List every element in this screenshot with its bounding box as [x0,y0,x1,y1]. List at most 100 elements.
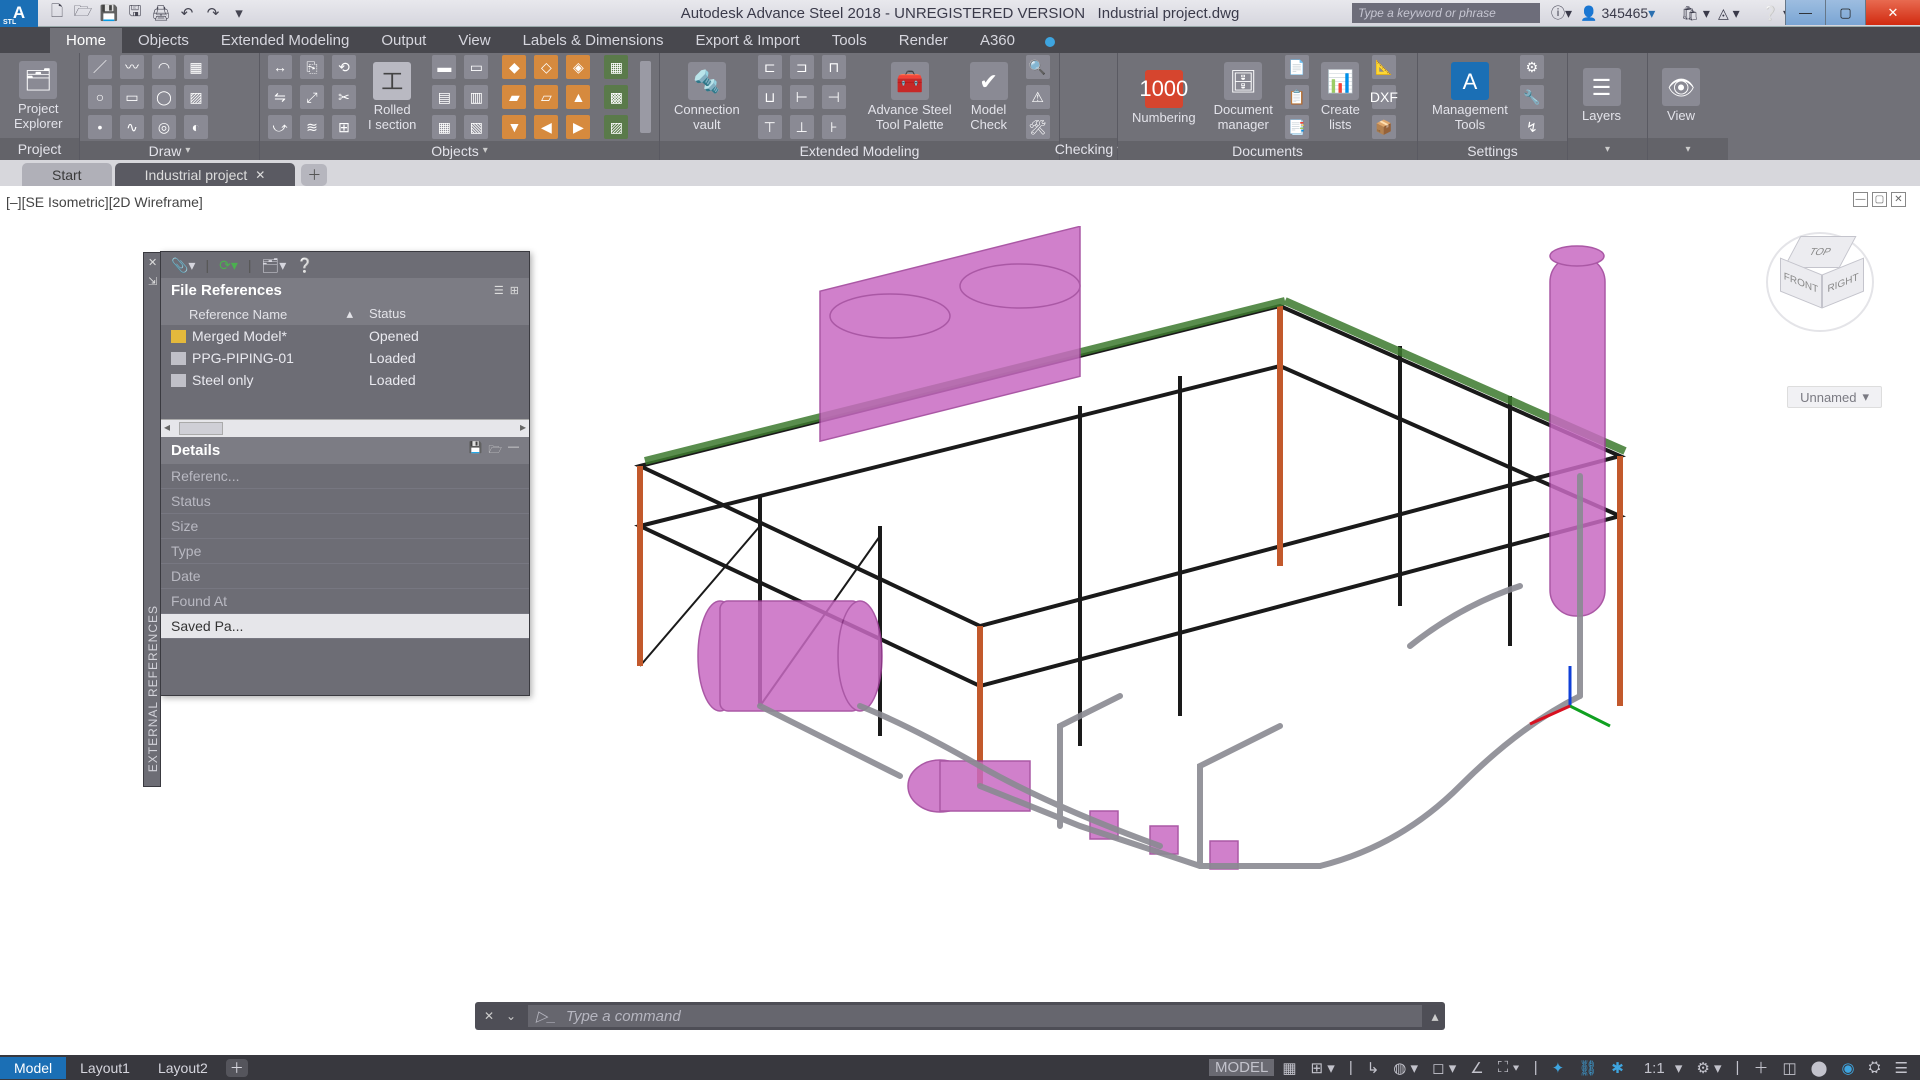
nav2-icon[interactable]: ⛓ [1572,1059,1603,1077]
cmd-expand-icon[interactable]: ▴ [1425,1008,1445,1025]
ref-row-steel-only[interactable]: Steel only Loaded [161,369,529,391]
circle-icon[interactable]: ○ [88,85,112,109]
plate9-icon[interactable]: ▶ [566,115,590,139]
joint8-icon[interactable]: ⊥ [790,115,814,139]
vp-minimize-icon[interactable]: — [1853,192,1868,207]
trim-icon[interactable]: ✂ [332,85,356,109]
otrack-icon[interactable]: ∠ [1464,1059,1489,1077]
joint1-icon[interactable]: ⊏ [758,55,782,79]
detail-reference[interactable]: Referenc... [161,464,529,489]
tab-render[interactable]: Render [883,28,964,53]
snap-toggle-icon[interactable]: ⊞ ▾ [1305,1059,1341,1077]
undo-icon[interactable]: ↶ [178,4,196,22]
plate6-icon[interactable]: ▲ [566,85,590,109]
status-tab-model[interactable]: Model [0,1057,66,1079]
clean-icon[interactable]: ◉ [1835,1059,1860,1077]
plate8-icon[interactable]: ◀ [534,115,558,139]
view-button[interactable]: 👁View [1656,66,1706,125]
close-tab-icon[interactable]: ✕ [255,168,265,182]
plate1-icon[interactable]: ◆ [502,55,526,79]
app-store-icon[interactable]: ◬ ▾ [1718,5,1740,22]
tab-extended-modeling[interactable]: Extended Modeling [205,28,365,53]
rect-icon[interactable]: ▭ [120,85,144,109]
set2-icon[interactable]: 🔧 [1520,85,1544,109]
doc2-icon[interactable]: 📋 [1285,85,1309,109]
palette-handle[interactable]: ✕ ⇲ EXTERNAL REFERENCES [143,252,161,787]
check1-icon[interactable]: 🔍 [1026,55,1050,79]
plate3-icon[interactable]: ◈ [566,55,590,79]
detail-savedpath[interactable]: Saved Pa... [161,614,529,639]
help2-icon[interactable]: ❔ [296,257,313,274]
palette-close-icon[interactable]: ✕ [148,256,157,269]
maximize-button[interactable]: ▢ [1825,0,1865,25]
ellipse-icon[interactable]: ◯ [152,85,176,109]
tab-export-import[interactable]: Export & Import [680,28,816,53]
scale-icon[interactable]: ⤢ [300,85,324,109]
management-tools-button[interactable]: AManagement Tools [1426,60,1514,134]
tree-icon[interactable]: 🗂▾ [262,257,287,274]
add-layout-button[interactable]: ＋ [226,1059,248,1077]
panel-layers-label[interactable] [1568,138,1647,160]
joint5-icon[interactable]: ⊢ [790,85,814,109]
status-tab-layout2[interactable]: Layout2 [144,1057,222,1079]
numbering-button[interactable]: 1000Numbering [1126,68,1202,127]
polyline-icon[interactable]: 〰 [120,55,144,79]
doc1-icon[interactable]: 📄 [1285,55,1309,79]
offset-icon[interactable]: ≋ [300,115,324,139]
add-scale-icon[interactable]: ＋ [1747,1057,1774,1078]
minimize-button[interactable]: — [1785,0,1825,25]
print-icon[interactable]: 🖨 [152,4,170,22]
move-icon[interactable]: ↔ [268,55,292,79]
palette-pin-icon[interactable]: ⇲ [148,275,157,288]
arc-icon[interactable]: ◠ [152,55,176,79]
attach-icon[interactable]: 📎▾ [171,257,195,274]
view-cube[interactable]: TOP FRONT RIGHT [1760,226,1880,346]
layers-button[interactable]: ☰Layers [1576,66,1627,125]
detail-save-icon[interactable]: 💾 [469,441,483,460]
panel-draw-label[interactable]: Draw [80,141,259,160]
array-icon[interactable]: ⊞ [332,115,356,139]
beam2-icon[interactable]: ▭ [464,55,488,79]
list2-icon[interactable]: DXF [1372,85,1396,109]
grid-icon[interactable]: ▦ [184,55,208,79]
tab-output[interactable]: Output [365,28,442,53]
drawing-area[interactable]: [–][SE Isometric][2D Wireframe] — ▢ ✕ [0,186,1920,1055]
app-logo[interactable]: A [0,0,38,27]
rolled-isection-button[interactable]: 工Rolled I section [362,60,422,134]
spline-icon[interactable]: ∿ [120,115,144,139]
list3-icon[interactable]: 📦 [1372,115,1396,139]
beam6-icon[interactable]: ▧ [464,115,488,139]
customize-icon[interactable]: ⛭ [1863,1059,1887,1076]
nav3-icon[interactable]: ✱ [1605,1059,1630,1077]
tab-a360[interactable]: A360 [964,28,1031,53]
ref-row-ppg-piping[interactable]: PPG-PIPING-01 Loaded [161,347,529,369]
detail-foundat[interactable]: Found At [161,589,529,614]
detail-type[interactable]: Type [161,539,529,564]
plate4-icon[interactable]: ▰ [502,85,526,109]
panel-view-label[interactable] [1648,138,1728,160]
detail-status[interactable]: Status [161,489,529,514]
tab-view[interactable]: View [442,28,506,53]
joint7-icon[interactable]: ⊤ [758,115,782,139]
signin-icon[interactable]: 👤 345465 ▾ [1580,5,1655,22]
plate7-icon[interactable]: ▼ [502,115,526,139]
model-view[interactable] [560,226,1660,926]
beam4-icon[interactable]: ▥ [464,85,488,109]
joint4-icon[interactable]: ⊔ [758,85,782,109]
visual-style-dropdown[interactable]: Unnamed ▾ [1787,386,1882,408]
tab-objects[interactable]: Objects [122,28,205,53]
new-icon[interactable]: 🗋 [48,4,66,22]
joint9-icon[interactable]: ⊦ [822,115,846,139]
polar-icon[interactable]: ◍ ▾ [1387,1059,1424,1077]
grid-toggle-icon[interactable]: ▦ [1276,1059,1302,1077]
list-view-icon[interactable]: ☰ [494,284,504,297]
sort-icon[interactable]: ▴ [346,306,353,322]
nav1-icon[interactable]: ✦ [1546,1059,1571,1077]
line-icon[interactable]: ／ [88,55,112,79]
ring-icon[interactable]: ◎ [152,115,176,139]
saveas-icon[interactable]: 🖫 [126,4,144,22]
scale-dropdown[interactable]: 1:1 ▾ [1632,1059,1689,1077]
create-lists-button[interactable]: 📊Create lists [1315,60,1366,134]
region-icon[interactable]: ◐ [184,115,208,139]
extend-icon[interactable]: ⤻ [268,115,292,139]
